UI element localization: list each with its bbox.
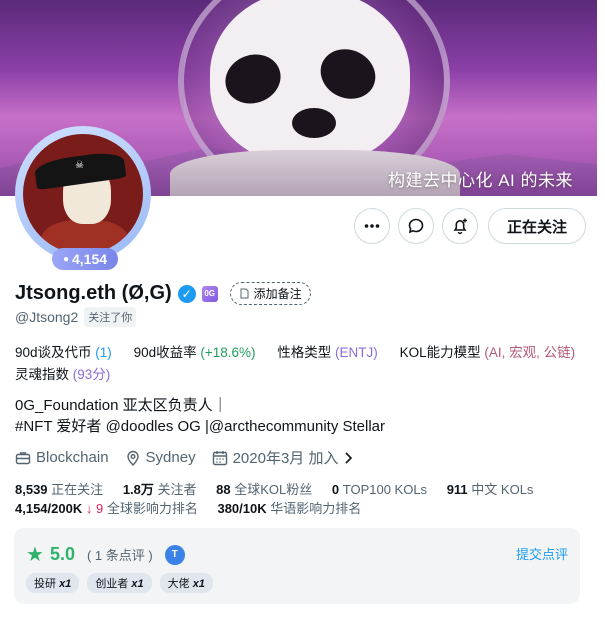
og-badge-icon: 0G	[201, 285, 218, 302]
add-note-button[interactable]: 添加备注	[229, 282, 311, 305]
review-tag: 投研 x1	[26, 573, 80, 593]
location-label: Sydney	[145, 449, 196, 466]
add-note-label: 添加备注	[253, 287, 302, 301]
profile-actions: 正在关注	[354, 208, 587, 244]
bio-line-2: #NFT 爱好者 @doodles OG |@arcthecommunity S…	[15, 418, 386, 435]
review-card: ★ 5.0 ( 1 条点评 ) T 提交点评 投研 x1 创业者 x1 大佬 x…	[14, 528, 580, 604]
category-item: Blockchain	[15, 449, 109, 466]
review-tag: 大佬 x1	[159, 573, 213, 593]
counts-row-1: 8,539 正在关注 1.8万 关注者 88 全球KOL粉丝 0 TOP100 …	[15, 480, 549, 499]
counts-row-2: 4,154/200K ↓ 9 全球影响力排名 380/10K 华语影响力排名	[15, 499, 549, 518]
profile-meta: Blockchain Sydney 2020年3月 加入	[15, 447, 365, 468]
review-count: ( 1 条点评 )	[86, 548, 153, 563]
chinese-kol-count[interactable]: 911 中文 KOLs	[447, 482, 534, 497]
chat-bubble-icon	[408, 218, 424, 234]
banner-panda-nose	[292, 108, 336, 138]
chinese-rank[interactable]: 380/10K 华语影响力排名	[217, 501, 361, 516]
bell-plus-icon	[453, 218, 467, 235]
followers-count[interactable]: 1.8万 关注者	[123, 482, 197, 497]
message-button[interactable]	[398, 208, 434, 244]
review-tag: 创业者 x1	[87, 573, 152, 593]
star-icon: ★	[26, 544, 44, 566]
handle-row: @Jtsong2 关注了你	[15, 307, 137, 327]
following-count[interactable]: 8,539 正在关注	[15, 482, 103, 497]
submit-review-button[interactable]: 提交点评	[516, 544, 568, 563]
category-label: Blockchain	[36, 449, 109, 466]
avatar-skull-icon: ☠	[75, 160, 84, 171]
soul-index-stat[interactable]: 灵魂指数 (93分)	[15, 367, 110, 382]
more-button[interactable]	[354, 208, 390, 244]
joined-item[interactable]: 2020年3月 加入	[212, 447, 356, 468]
personality-stat[interactable]: 性格类型 (ENTJ)	[277, 345, 378, 360]
top100-count[interactable]: 0 TOP100 KOLs	[332, 482, 427, 497]
location-item: Sydney	[125, 449, 196, 466]
joined-label: 2020年3月 加入	[232, 450, 339, 467]
handle: @Jtsong2	[15, 309, 79, 325]
avatar-score-value: 4,154	[72, 251, 108, 267]
notifications-button[interactable]	[442, 208, 478, 244]
review-summary: ★ 5.0 ( 1 条点评 ) T	[26, 542, 185, 567]
avatar[interactable]: ☠	[23, 134, 143, 254]
review-score: 5.0	[49, 544, 75, 564]
following-button[interactable]: 正在关注	[488, 208, 587, 244]
location-pin-icon	[126, 450, 139, 466]
kol-stats: 90d谈及代币 (1) 90d收益率 (+18.6%) 性格类型 (ENTJ) …	[15, 342, 595, 386]
chevron-right-icon	[345, 451, 353, 464]
yield-stat[interactable]: 90d收益率 (+18.6%)	[134, 345, 256, 360]
bio-line-1: 0G_Foundation 亚太区负责人｜	[15, 397, 228, 414]
reviewer-avatar[interactable]: T	[164, 544, 185, 565]
verified-check-icon: ✓	[177, 284, 196, 303]
review-tags: 投研 x1 创业者 x1 大佬 x1	[26, 573, 213, 593]
follow-counts: 8,539 正在关注 1.8万 关注者 88 全球KOL粉丝 0 TOP100 …	[15, 480, 549, 518]
calendar-icon	[212, 450, 227, 465]
kol-model-stat[interactable]: KOL能力模型 (AI, 宏观, 公链)	[400, 345, 576, 360]
bio: 0G_Foundation 亚太区负责人｜ #NFT 爱好者 @doodles …	[15, 395, 385, 437]
name-row: Jtsong.eth (Ø,G) ✓ 0G 添加备注	[15, 282, 311, 305]
note-icon	[240, 288, 249, 299]
global-rank[interactable]: 4,154/200K ↓ 9 全球影响力排名	[15, 501, 198, 516]
follows-you-badge: 关注了你	[84, 307, 137, 327]
avatar-score-badge: ● 4,154	[52, 248, 118, 270]
banner-slogan: 构建去中心化 AI 的未来	[387, 171, 573, 190]
score-drop-icon: ●	[62, 253, 69, 265]
briefcase-icon	[15, 451, 31, 464]
rank-change: ↓ 9	[85, 501, 104, 516]
display-name: Jtsong.eth (Ø,G)	[15, 282, 172, 304]
more-icon	[364, 224, 380, 228]
mentions-stat[interactable]: 90d谈及代币 (1)	[15, 345, 112, 360]
global-kol-count[interactable]: 88 全球KOL粉丝	[216, 482, 312, 497]
